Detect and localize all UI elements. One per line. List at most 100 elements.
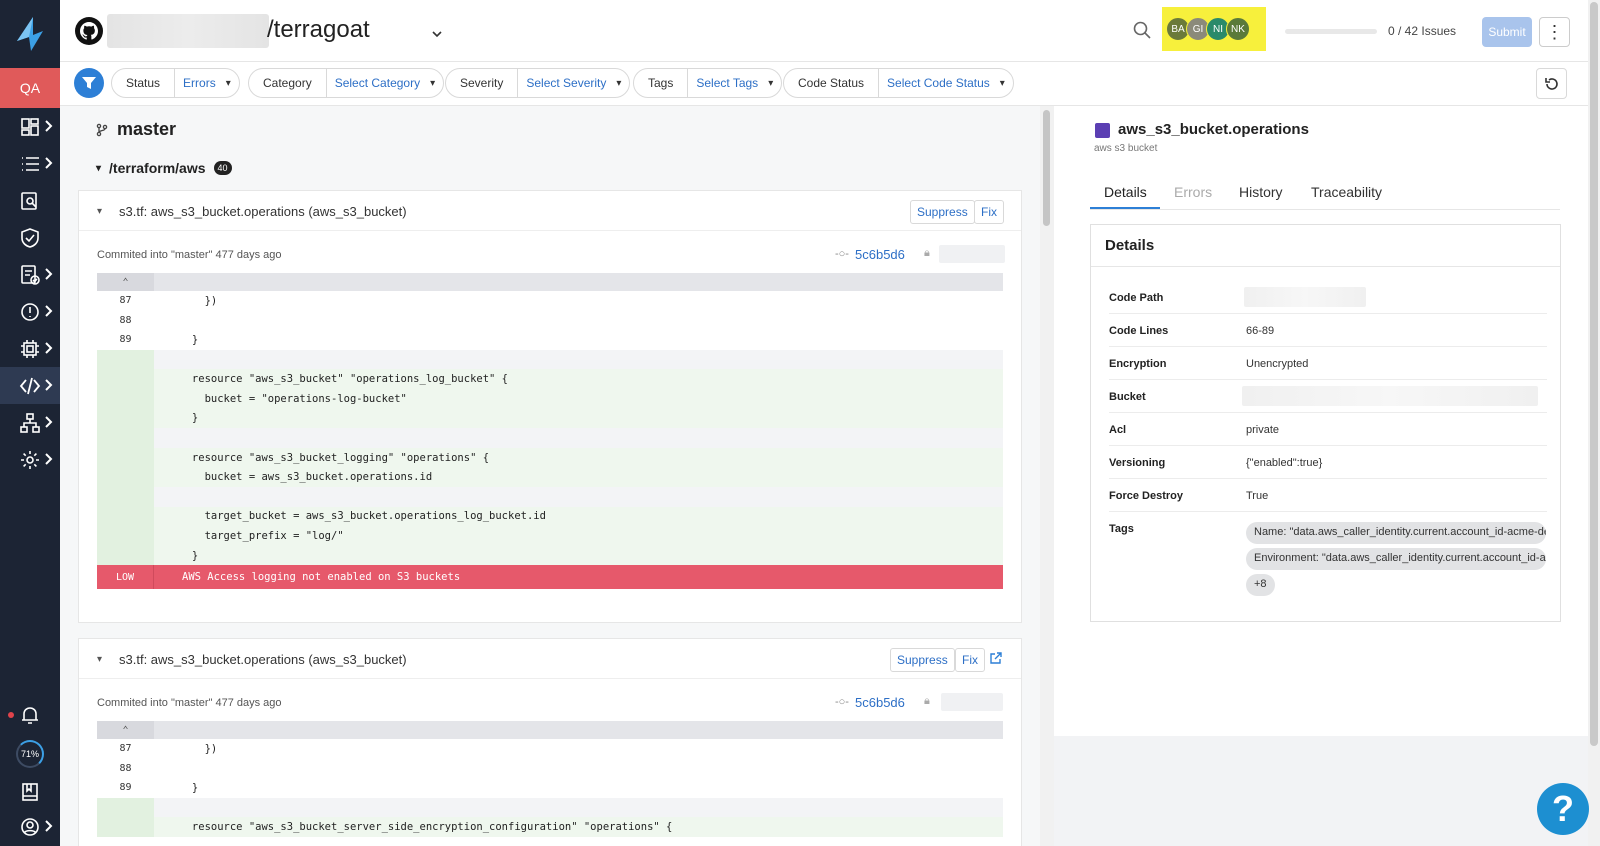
finding-card-header[interactable]: ▾ s3.tf: aws_s3_bucket.operations (aws_s… [79, 639, 1021, 679]
github-icon [75, 17, 103, 45]
repo-owner-redacted [107, 14, 269, 48]
filter-label: Status [112, 69, 176, 97]
line-number [97, 467, 154, 487]
filter-value[interactable]: Select Severity ▾ [518, 76, 629, 90]
error-annotation[interactable]: LOW AWS Access logging not enabled on S3 … [97, 565, 1003, 590]
commit-info: Commited into "master" 477 days ago [97, 249, 282, 261]
reset-icon[interactable] [1536, 68, 1567, 99]
code-line: 89 } [97, 778, 1003, 798]
fix-button[interactable]: Fix [974, 200, 1004, 224]
issues-progress-bar [1285, 29, 1377, 34]
alert-icon[interactable] [0, 293, 60, 330]
more-tags-pill[interactable]: +8 [1246, 574, 1275, 596]
code-line: } [97, 545, 1003, 566]
tab-history[interactable]: History [1239, 184, 1283, 200]
scrollbar-thumb[interactable] [1590, 2, 1598, 746]
line-number: 88 [119, 762, 132, 774]
avatar[interactable]: NK [1226, 17, 1250, 41]
code-text [154, 349, 1003, 370]
help-button[interactable]: ? [1537, 783, 1589, 835]
filter-value[interactable]: Select Category ▾ [327, 76, 443, 90]
bell-icon[interactable] [0, 696, 60, 733]
code-line [97, 797, 1003, 818]
progress-indicator[interactable]: 71% [16, 740, 44, 768]
chevron-down-icon[interactable]: ▾ [97, 654, 102, 665]
report-icon[interactable] [0, 256, 60, 293]
folder-path: /terraform/aws [109, 160, 206, 176]
code-icon[interactable] [0, 367, 60, 404]
detail-key: Code Lines [1109, 325, 1169, 337]
tab-details[interactable]: Details [1104, 184, 1147, 200]
expand-lines-button[interactable]: ⌃ [97, 273, 1003, 291]
code-text: } [154, 408, 1003, 429]
environment-badge[interactable]: QA [0, 68, 60, 108]
fix-button[interactable]: Fix [955, 648, 985, 672]
filter-status[interactable]: Status Errors ▾ [111, 68, 240, 98]
tag-pill[interactable]: Name: "data.aws_caller_identity.current.… [1246, 522, 1546, 544]
tag-pill[interactable]: Environment: "data.aws_caller_identity.c… [1246, 548, 1546, 570]
shield-icon[interactable] [0, 219, 60, 256]
tab-errors[interactable]: Errors [1174, 184, 1212, 200]
page-scrollbar[interactable] [1588, 0, 1600, 846]
filter-value-text: Errors [183, 76, 216, 90]
code-text [154, 310, 1003, 331]
commit-sha-link[interactable]: 5c6b5d6 [855, 247, 905, 262]
filter-icon[interactable] [74, 68, 104, 98]
code-line: } [97, 408, 1003, 429]
filter-value[interactable]: Select Tags ▾ [688, 76, 781, 90]
filter-severity[interactable]: Severity Select Severity ▾ [445, 68, 631, 98]
chip-icon[interactable] [0, 330, 60, 367]
user-icon[interactable] [0, 808, 60, 845]
scrollbar-thumb[interactable] [1043, 110, 1050, 226]
chevron-down-icon[interactable]: ▾ [96, 163, 101, 174]
chevron-down-icon[interactable]: ▾ [97, 206, 102, 217]
filter-category[interactable]: Category Select Category ▾ [248, 68, 445, 98]
chevron-down-icon[interactable] [432, 26, 442, 41]
collaborator-avatars[interactable]: BA GI NI NK [1162, 7, 1266, 51]
suppress-button[interactable]: Suppress [890, 648, 955, 672]
repo-name[interactable]: /terragoat [267, 16, 370, 44]
folder-header[interactable]: ▾ /terraform/aws 40 [96, 160, 232, 176]
dashboard-icon[interactable] [0, 108, 60, 145]
detail-key: Versioning [1109, 457, 1166, 469]
more-options-button[interactable]: ⋮ [1539, 17, 1570, 47]
line-number [97, 349, 154, 370]
line-number [97, 817, 154, 837]
app-logo[interactable] [0, 0, 60, 68]
finding-card-header[interactable]: ▾ s3.tf: aws_s3_bucket.operations (aws_s… [79, 191, 1021, 231]
filter-tags[interactable]: Tags Select Tags ▾ [633, 68, 783, 98]
detail-row: Versioning {"enabled":true} [1109, 446, 1547, 479]
detail-row: Encryption Unencrypted [1109, 347, 1547, 380]
lock-icon: 🔒︎ [924, 247, 930, 259]
gear-icon[interactable] [0, 441, 60, 478]
filter-code-status[interactable]: Code Status Select Code Status ▾ [783, 68, 1014, 98]
code-text [154, 486, 1003, 507]
network-icon[interactable] [0, 404, 60, 441]
code-text: } [154, 330, 1003, 350]
code-text: target_prefix = "log/" [154, 526, 1003, 546]
commit-sha-link[interactable]: 5c6b5d6 [855, 695, 905, 710]
code-text: target_bucket = aws_s3_bucket.operations… [154, 506, 1003, 527]
list-icon[interactable] [0, 145, 60, 182]
expand-lines-button[interactable]: ⌃ [97, 721, 1003, 739]
filter-value[interactable]: Select Code Status ▾ [879, 76, 1013, 90]
code-line [97, 486, 1003, 507]
tab-traceability[interactable]: Traceability [1311, 184, 1382, 200]
book-icon[interactable] [0, 773, 60, 810]
code-line: bucket = aws_s3_bucket.operations.id [97, 467, 1003, 487]
code-line: 89 } [97, 330, 1003, 350]
filter-value[interactable]: Errors ▾ [175, 76, 239, 90]
detail-key: Bucket [1109, 391, 1146, 403]
submit-button[interactable]: Submit [1482, 17, 1532, 47]
search-doc-icon[interactable] [0, 182, 60, 219]
finding-card: ▾ s3.tf: aws_s3_bucket.operations (aws_s… [78, 638, 1022, 846]
suppress-button[interactable]: Suppress [910, 200, 975, 224]
issues-count: 0 / 42 Issues [1388, 24, 1457, 38]
author-redacted [939, 245, 1005, 263]
detail-row: Code Lines 66-89 [1109, 314, 1547, 347]
search-icon[interactable] [1132, 20, 1152, 43]
detail-key: Tags [1109, 523, 1134, 535]
external-link-icon[interactable] [989, 652, 1002, 668]
main-scrollbar[interactable] [1040, 106, 1054, 846]
detail-row: Code Path [1109, 281, 1547, 314]
